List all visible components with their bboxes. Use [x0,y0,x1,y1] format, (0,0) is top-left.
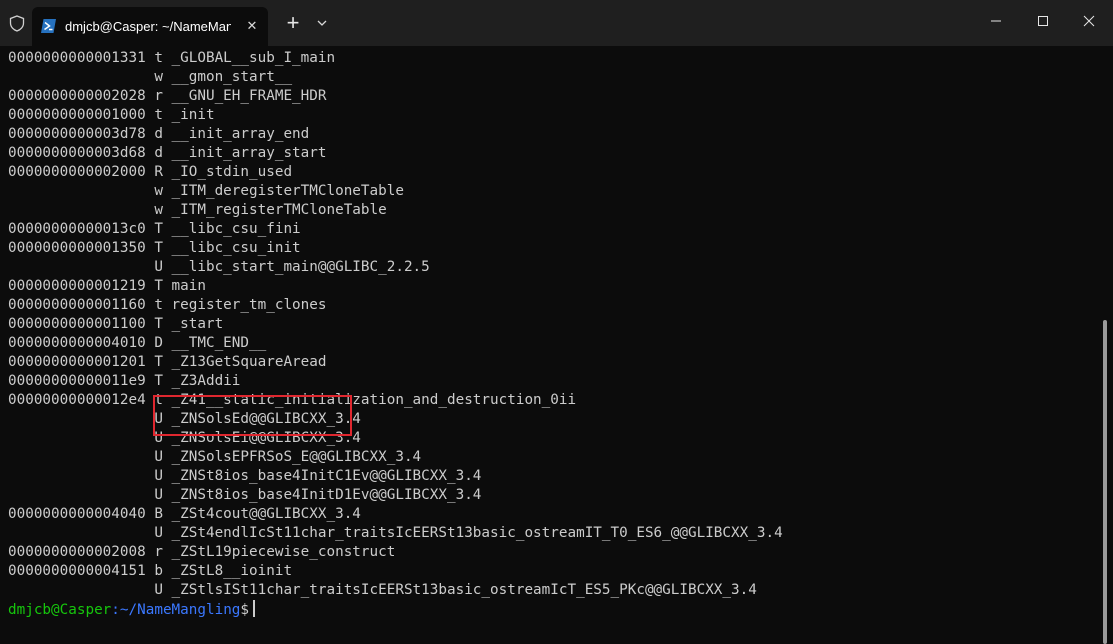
terminal-line: U _ZSt4endlIcSt11char_traitsIcEERSt13bas… [8,525,783,541]
terminal-line: U _ZNSt8ios_base4InitD1Ev@@GLIBCXX_3.4 [8,487,482,503]
terminal-line: U _ZStlsISt11char_traitsIcEERSt13basic_o… [8,582,757,598]
terminal-line: 0000000000004040 B _ZSt4cout@@GLIBCXX_3.… [8,506,361,522]
terminal-line: 0000000000001331 t _GLOBAL__sub_I_main [8,50,336,66]
tab-close-icon[interactable]: ✕ [242,16,262,36]
minimize-icon [991,20,1001,22]
terminal-line: 0000000000001160 t register_tm_clones [8,297,327,313]
terminal-line: 0000000000001219 T main [8,278,206,294]
close-icon [1083,15,1095,27]
tab-title: dmjcb@Casper: ~/NameMangling [65,19,231,34]
minimize-button[interactable] [973,0,1019,40]
prompt-path: :~/NameMangling [111,602,241,618]
terminal-line: 0000000000001100 T _start [8,316,224,332]
terminal-line: 0000000000002000 R _IO_stdin_used [8,164,293,180]
terminal-line: 0000000000003d78 d __init_array_end [8,126,310,142]
powershell-icon [41,19,56,33]
terminal-line: 0000000000002008 r _ZStL19piecewise_cons… [8,544,396,560]
maximize-icon [1038,16,1048,26]
terminal-line: w _ITM_registerTMCloneTable [8,202,387,218]
terminal-line: 0000000000001000 t _init [8,107,215,123]
shield-icon[interactable] [9,15,25,32]
terminal-line: 0000000000002028 r __GNU_EH_FRAME_HDR [8,88,327,104]
shell-prompt[interactable]: dmjcb@Casper:~/NameMangling$ [8,600,256,619]
terminal-line: U _ZNSolsEPFRSoS_E@@GLIBCXX_3.4 [8,449,422,465]
tab-terminal[interactable]: dmjcb@Casper: ~/NameMangling ✕ [32,7,268,46]
terminal-line: 00000000000013c0 T __libc_csu_fini [8,221,301,237]
terminal-output[interactable]: 0000000000001331 t _GLOBAL__sub_I_main w… [0,46,1107,644]
terminal-line: 0000000000001350 T __libc_csu_init [8,240,301,256]
chevron-down-icon[interactable] [313,13,331,33]
prompt-user: dmjcb@Casper [8,602,112,618]
prompt-sign: $ [240,602,250,618]
new-tab-button[interactable]: + [281,12,305,36]
terminal-line: 0000000000004151 b _ZStL8__ioinit [8,563,293,579]
text-cursor [253,600,256,617]
terminal-line: 0000000000001201 T _Z13GetSquareAread [8,354,327,370]
terminal-line: 0000000000003d68 d __init_array_start [8,145,327,161]
highlight-box [153,395,352,436]
terminal-line: U __libc_start_main@@GLIBC_2.2.5 [8,259,430,275]
terminal-line: w __gmon_start__ [8,69,293,85]
terminal-line: w _ITM_deregisterTMCloneTable [8,183,404,199]
terminal-line: 00000000000011e9 T _Z3Addii [8,373,241,389]
close-window-button[interactable] [1066,0,1112,40]
terminal-line: 0000000000004010 D __TMC_END__ [8,335,267,351]
terminal-line: U _ZNSt8ios_base4InitC1Ev@@GLIBCXX_3.4 [8,468,482,484]
title-bar: dmjcb@Casper: ~/NameMangling ✕ + [0,0,1113,46]
maximize-button[interactable] [1020,0,1066,40]
scrollbar[interactable] [1103,320,1107,644]
